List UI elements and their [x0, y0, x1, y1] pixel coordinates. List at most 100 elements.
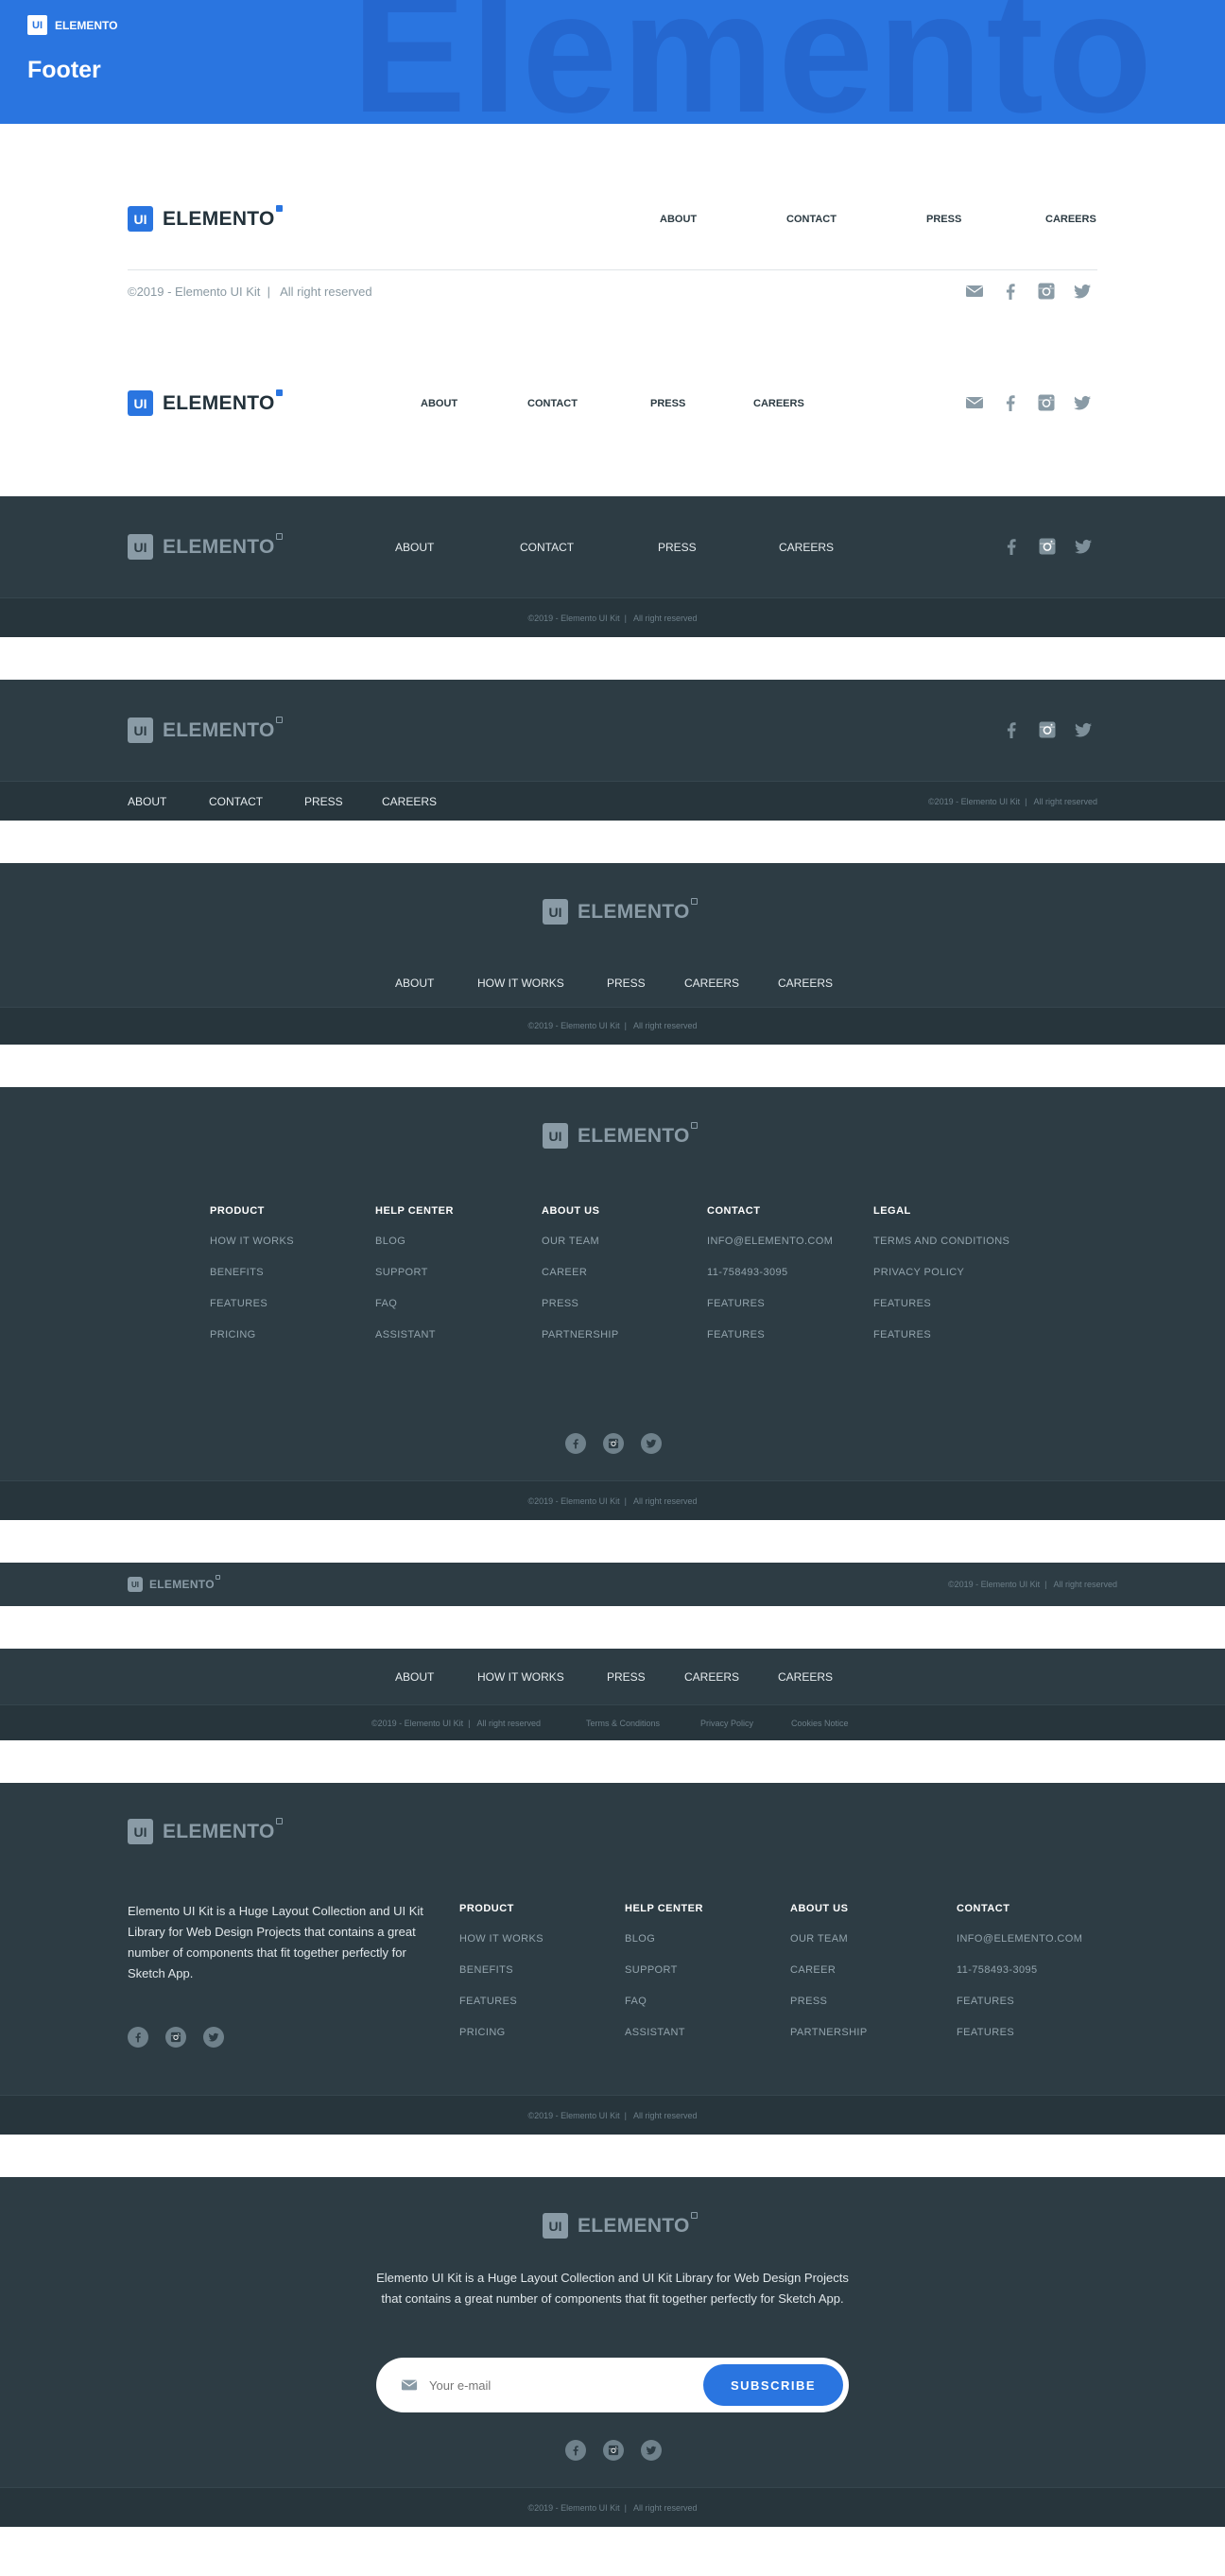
column-link[interactable]: FAQ — [625, 1996, 703, 2007]
column-link[interactable]: 11-758493-3095 — [957, 1964, 1082, 1976]
column-link[interactable]: INFO@ELEMENTO.COM — [957, 1933, 1082, 1945]
twitter-icon[interactable] — [641, 2440, 662, 2461]
instagram-icon[interactable] — [1037, 393, 1056, 412]
column-link[interactable]: BENEFITS — [459, 1964, 543, 1976]
column-link[interactable]: FEATURES — [873, 1298, 1009, 1309]
nav-careers[interactable]: CAREERS — [684, 1670, 739, 1684]
column-link[interactable]: BLOG — [375, 1236, 454, 1247]
instagram-icon[interactable] — [1038, 537, 1057, 556]
cookies-link[interactable]: Cookies Notice — [791, 1719, 849, 1728]
footer-6-logo[interactable]: UI ELEMENTO — [543, 1121, 698, 1149]
facebook-icon[interactable] — [1002, 720, 1021, 739]
column-link[interactable]: FEATURES — [459, 1996, 543, 2007]
column-link[interactable]: HOW IT WORKS — [459, 1933, 543, 1945]
column-link[interactable]: PRICING — [459, 2027, 543, 2038]
header-logo[interactable]: UI ELEMENTO — [27, 15, 117, 35]
nav-press[interactable]: PRESS — [607, 1670, 646, 1684]
nav-contact[interactable]: CONTACT — [786, 214, 837, 225]
footer-2-logo[interactable]: UI ELEMENTO — [128, 389, 283, 416]
nav-contact[interactable]: CONTACT — [527, 398, 578, 409]
footer-10-logo[interactable]: UI ELEMENTO — [543, 2211, 698, 2239]
column-link[interactable]: ASSISTANT — [625, 2027, 703, 2038]
nav-press[interactable]: PRESS — [650, 398, 685, 409]
column-link[interactable]: TERMS AND CONDITIONS — [873, 1236, 1009, 1247]
column-link[interactable]: CAREER — [542, 1267, 619, 1278]
column-link[interactable]: ASSISTANT — [375, 1329, 454, 1340]
twitter-icon[interactable] — [1074, 720, 1093, 739]
nav-about[interactable]: ABOUT — [421, 398, 457, 409]
nav-careers-2[interactable]: CAREERS — [778, 977, 833, 990]
column-link[interactable]: SUPPORT — [625, 1964, 703, 1976]
nav-press[interactable]: PRESS — [926, 214, 961, 225]
column-link[interactable]: FAQ — [375, 1298, 454, 1309]
column-link[interactable]: 11-758493-3095 — [707, 1267, 833, 1278]
nav-press[interactable]: PRESS — [607, 977, 646, 990]
nav-about[interactable]: ABOUT — [660, 214, 697, 225]
instagram-icon[interactable] — [165, 2027, 186, 2048]
facebook-icon[interactable] — [128, 2027, 148, 2048]
column-link[interactable]: OUR TEAM — [790, 1933, 868, 1945]
nav-press[interactable]: PRESS — [658, 541, 697, 554]
terms-link[interactable]: Terms & Conditions — [586, 1719, 660, 1728]
column-link[interactable]: FEATURES — [957, 1996, 1082, 2007]
column-link[interactable]: PARTNERSHIP — [790, 2027, 868, 2038]
mail-icon[interactable] — [965, 282, 984, 301]
nav-careers[interactable]: CAREERS — [684, 977, 739, 990]
footer-3-logo[interactable]: UI ELEMENTO — [128, 532, 283, 560]
nav-careers[interactable]: CAREERS — [1045, 214, 1096, 225]
twitter-icon[interactable] — [641, 1433, 662, 1454]
column-link[interactable]: BLOG — [625, 1933, 703, 1945]
nav-how-it-works[interactable]: HOW IT WORKS — [477, 977, 564, 990]
nav-about[interactable]: ABOUT — [395, 977, 434, 990]
column-link[interactable]: INFO@ELEMENTO.COM — [707, 1236, 833, 1247]
twitter-icon[interactable] — [1073, 393, 1092, 412]
column-link[interactable]: SUPPORT — [375, 1267, 454, 1278]
column-link[interactable]: FEATURES — [873, 1329, 1009, 1340]
facebook-icon[interactable] — [1002, 537, 1021, 556]
privacy-link[interactable]: Privacy Policy — [700, 1719, 753, 1728]
twitter-icon[interactable] — [203, 2027, 224, 2048]
column-link[interactable]: BENEFITS — [210, 1267, 294, 1278]
column-link[interactable]: PRIVACY POLICY — [873, 1267, 1009, 1278]
column-link[interactable]: PRESS — [542, 1298, 619, 1309]
column-link[interactable]: PRICING — [210, 1329, 294, 1340]
nav-about[interactable]: ABOUT — [395, 1670, 434, 1684]
instagram-icon[interactable] — [1037, 282, 1056, 301]
facebook-icon[interactable] — [1001, 393, 1020, 412]
nav-careers-2[interactable]: CAREERS — [778, 1670, 833, 1684]
instagram-icon[interactable] — [603, 2440, 624, 2461]
subscribe-button[interactable]: SUBSCRIBE — [703, 2364, 843, 2406]
column-link[interactable]: OUR TEAM — [542, 1236, 619, 1247]
footer-5-logo[interactable]: UI ELEMENTO — [543, 897, 698, 925]
footer-1-logo[interactable]: UI ELEMENTO — [128, 204, 283, 232]
nav-how-it-works[interactable]: HOW IT WORKS — [477, 1670, 564, 1684]
footer-9-logo[interactable]: UI ELEMENTO — [128, 1817, 283, 1844]
nav-careers[interactable]: CAREERS — [753, 398, 804, 409]
facebook-icon[interactable] — [565, 2440, 586, 2461]
instagram-icon[interactable] — [603, 1433, 624, 1454]
footer-4-logo[interactable]: UI ELEMENTO — [128, 716, 283, 743]
nav-about[interactable]: ABOUT — [395, 541, 434, 554]
column-link[interactable]: CAREER — [790, 1964, 868, 1976]
footer-7-logo[interactable]: UI ELEMENTO — [128, 1575, 220, 1592]
column-link[interactable]: HOW IT WORKS — [210, 1236, 294, 1247]
column-link[interactable]: FEATURES — [210, 1298, 294, 1309]
nav-about[interactable]: ABOUT — [128, 795, 166, 808]
column-link[interactable]: PARTNERSHIP — [542, 1329, 619, 1340]
email-input[interactable] — [429, 2372, 665, 2398]
nav-careers[interactable]: CAREERS — [382, 795, 437, 808]
column-link[interactable]: PRESS — [790, 1996, 868, 2007]
column-link[interactable]: FEATURES — [707, 1298, 833, 1309]
nav-careers[interactable]: CAREERS — [779, 541, 834, 554]
column-link[interactable]: FEATURES — [707, 1329, 833, 1340]
nav-press[interactable]: PRESS — [304, 795, 343, 808]
nav-contact[interactable]: CONTACT — [520, 541, 574, 554]
column-link[interactable]: FEATURES — [957, 2027, 1082, 2038]
facebook-icon[interactable] — [1001, 282, 1020, 301]
mail-icon[interactable] — [965, 393, 984, 412]
facebook-icon[interactable] — [565, 1433, 586, 1454]
twitter-icon[interactable] — [1074, 537, 1093, 556]
twitter-icon[interactable] — [1073, 282, 1092, 301]
instagram-icon[interactable] — [1038, 720, 1057, 739]
nav-contact[interactable]: CONTACT — [209, 795, 263, 808]
